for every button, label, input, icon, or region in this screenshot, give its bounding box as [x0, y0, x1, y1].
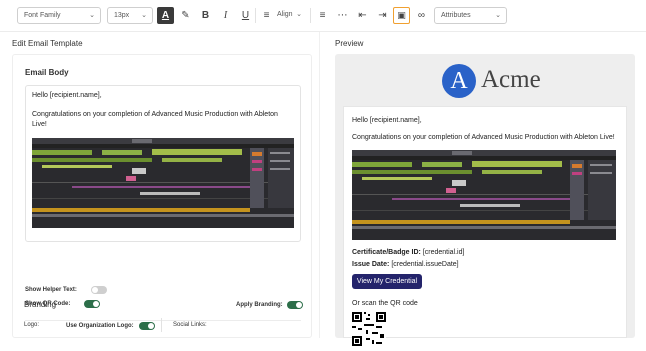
- email-preview: A Acme Hello [recipient.name], Congratul…: [335, 54, 635, 346]
- email-body-editor[interactable]: Hello [recipient.name], Congratulations …: [25, 85, 301, 242]
- chevron-down-icon: ⌄: [495, 12, 501, 19]
- align-select[interactable]: Align ⌄: [271, 7, 307, 24]
- bold-button[interactable]: B: [197, 7, 214, 24]
- embedded-screenshot-image[interactable]: [32, 138, 294, 228]
- highlight-button[interactable]: ✎: [177, 7, 194, 24]
- preview-title: Preview: [335, 39, 364, 48]
- chevron-down-icon: ⌄: [296, 11, 302, 18]
- text-color-icon: A: [161, 10, 170, 21]
- outdent-button[interactable]: ⇤: [354, 7, 371, 24]
- link-icon: ∞: [417, 10, 426, 21]
- logo-row: Logo:: [24, 322, 39, 328]
- certificate-id-value: [credential.id]: [422, 249, 465, 256]
- qr-code-graphic: [352, 312, 386, 346]
- toolbar-divider: [310, 8, 311, 23]
- attributes-value: Attributes: [441, 12, 471, 19]
- issue-date-line: Issue Date: [credential.issueDate]: [352, 261, 459, 268]
- brand-logo-letter: A: [450, 68, 468, 94]
- font-family-value: Font Family: [24, 12, 61, 19]
- qr-scan-label: Or scan the QR code: [352, 300, 418, 307]
- section-divider: [25, 320, 301, 321]
- align-value: Align: [277, 11, 293, 18]
- edit-panel-title: Edit Email Template: [12, 39, 83, 48]
- daw-screenshot-graphic: [32, 138, 294, 217]
- preview-greeting: Hello [recipient.name],: [352, 117, 422, 124]
- preview-panel: Preview A Acme Hello [recipient.name], C…: [326, 32, 646, 346]
- apply-branding-toggle[interactable]: [286, 301, 303, 309]
- edit-panel: Edit Email Template Email Body Hello [re…: [0, 32, 320, 338]
- preview-screenshot-image: [352, 150, 616, 240]
- chevron-down-icon: ⌄: [141, 12, 147, 19]
- insert-link-button[interactable]: ∞: [413, 7, 430, 24]
- view-credential-button[interactable]: View My Credential: [352, 274, 422, 289]
- text-color-button[interactable]: A: [157, 7, 174, 24]
- show-qr-code-toggle[interactable]: [84, 300, 101, 308]
- social-links-row: Social Links:: [173, 322, 207, 328]
- branding-title: Branding: [24, 300, 57, 309]
- bullet-list-button[interactable]: ⋯: [334, 7, 351, 24]
- indent-button[interactable]: ⇥: [374, 7, 391, 24]
- editor-message: Congratulations on your completion of Ad…: [32, 111, 278, 128]
- numbered-list-icon: ≡: [319, 10, 326, 21]
- image-icon: ▣: [397, 10, 406, 20]
- insert-image-button[interactable]: ▣: [393, 7, 410, 24]
- issue-date-value: [credential.issueDate]: [391, 261, 459, 268]
- editor-greeting: Hello [recipient.name],: [32, 92, 102, 99]
- preview-email-card: Hello [recipient.name], Congratulations …: [343, 106, 627, 346]
- use-org-logo-label: Use Organization Logo:: [66, 323, 134, 329]
- attributes-select[interactable]: Attributes ⌄: [434, 7, 507, 24]
- certificate-id-label: Certificate/Badge ID:: [352, 249, 421, 256]
- branding-divider: [161, 318, 162, 332]
- brand-name: Acme: [481, 66, 541, 93]
- use-org-logo-toggle[interactable]: [138, 322, 155, 330]
- outdent-icon: ⇤: [358, 10, 367, 21]
- preview-message: Congratulations on your completion of Ad…: [352, 134, 615, 141]
- numbered-list-button[interactable]: ≡: [314, 7, 331, 24]
- font-size-select[interactable]: 13px ⌄: [107, 7, 153, 24]
- logo-label: Logo:: [24, 322, 40, 328]
- show-helper-text-label: Show Helper Text:: [25, 287, 77, 293]
- email-template-card: Email Body Hello [recipient.name], Congr…: [12, 54, 312, 338]
- qr-code: [352, 312, 386, 346]
- apply-branding-row: Apply Branding:: [236, 301, 303, 309]
- daw-screenshot-graphic: [352, 150, 616, 229]
- issue-date-label: Issue Date:: [352, 261, 390, 268]
- italic-icon: I: [223, 10, 228, 21]
- font-size-value: 13px: [114, 12, 130, 19]
- underline-button[interactable]: U: [237, 7, 254, 24]
- marker-icon: ✎: [181, 10, 190, 21]
- email-body-label: Email Body: [25, 68, 69, 77]
- bullet-list-icon: ⋯: [337, 10, 348, 21]
- certificate-id-line: Certificate/Badge ID: [credential.id]: [352, 249, 464, 256]
- apply-branding-label: Apply Branding:: [236, 302, 283, 308]
- social-links-label: Social Links:: [173, 322, 207, 328]
- bold-icon: B: [201, 10, 210, 21]
- editor-toolbar: Font Family ⌄ 13px ⌄ A ✎ B I U ≡ Align ⌄ ≡ …: [0, 0, 646, 32]
- toolbar-divider: [255, 8, 256, 23]
- brand-logo-icon: A: [442, 64, 476, 98]
- chevron-down-icon: ⌄: [89, 12, 95, 19]
- underline-icon: U: [241, 10, 250, 21]
- indent-icon: ⇥: [378, 10, 387, 21]
- show-helper-text-toggle[interactable]: [90, 286, 107, 294]
- font-family-select[interactable]: Font Family ⌄: [17, 7, 101, 24]
- show-helper-text-row: Show Helper Text:: [25, 286, 107, 294]
- italic-button[interactable]: I: [217, 7, 234, 24]
- use-org-logo-row: Use Organization Logo:: [66, 322, 155, 330]
